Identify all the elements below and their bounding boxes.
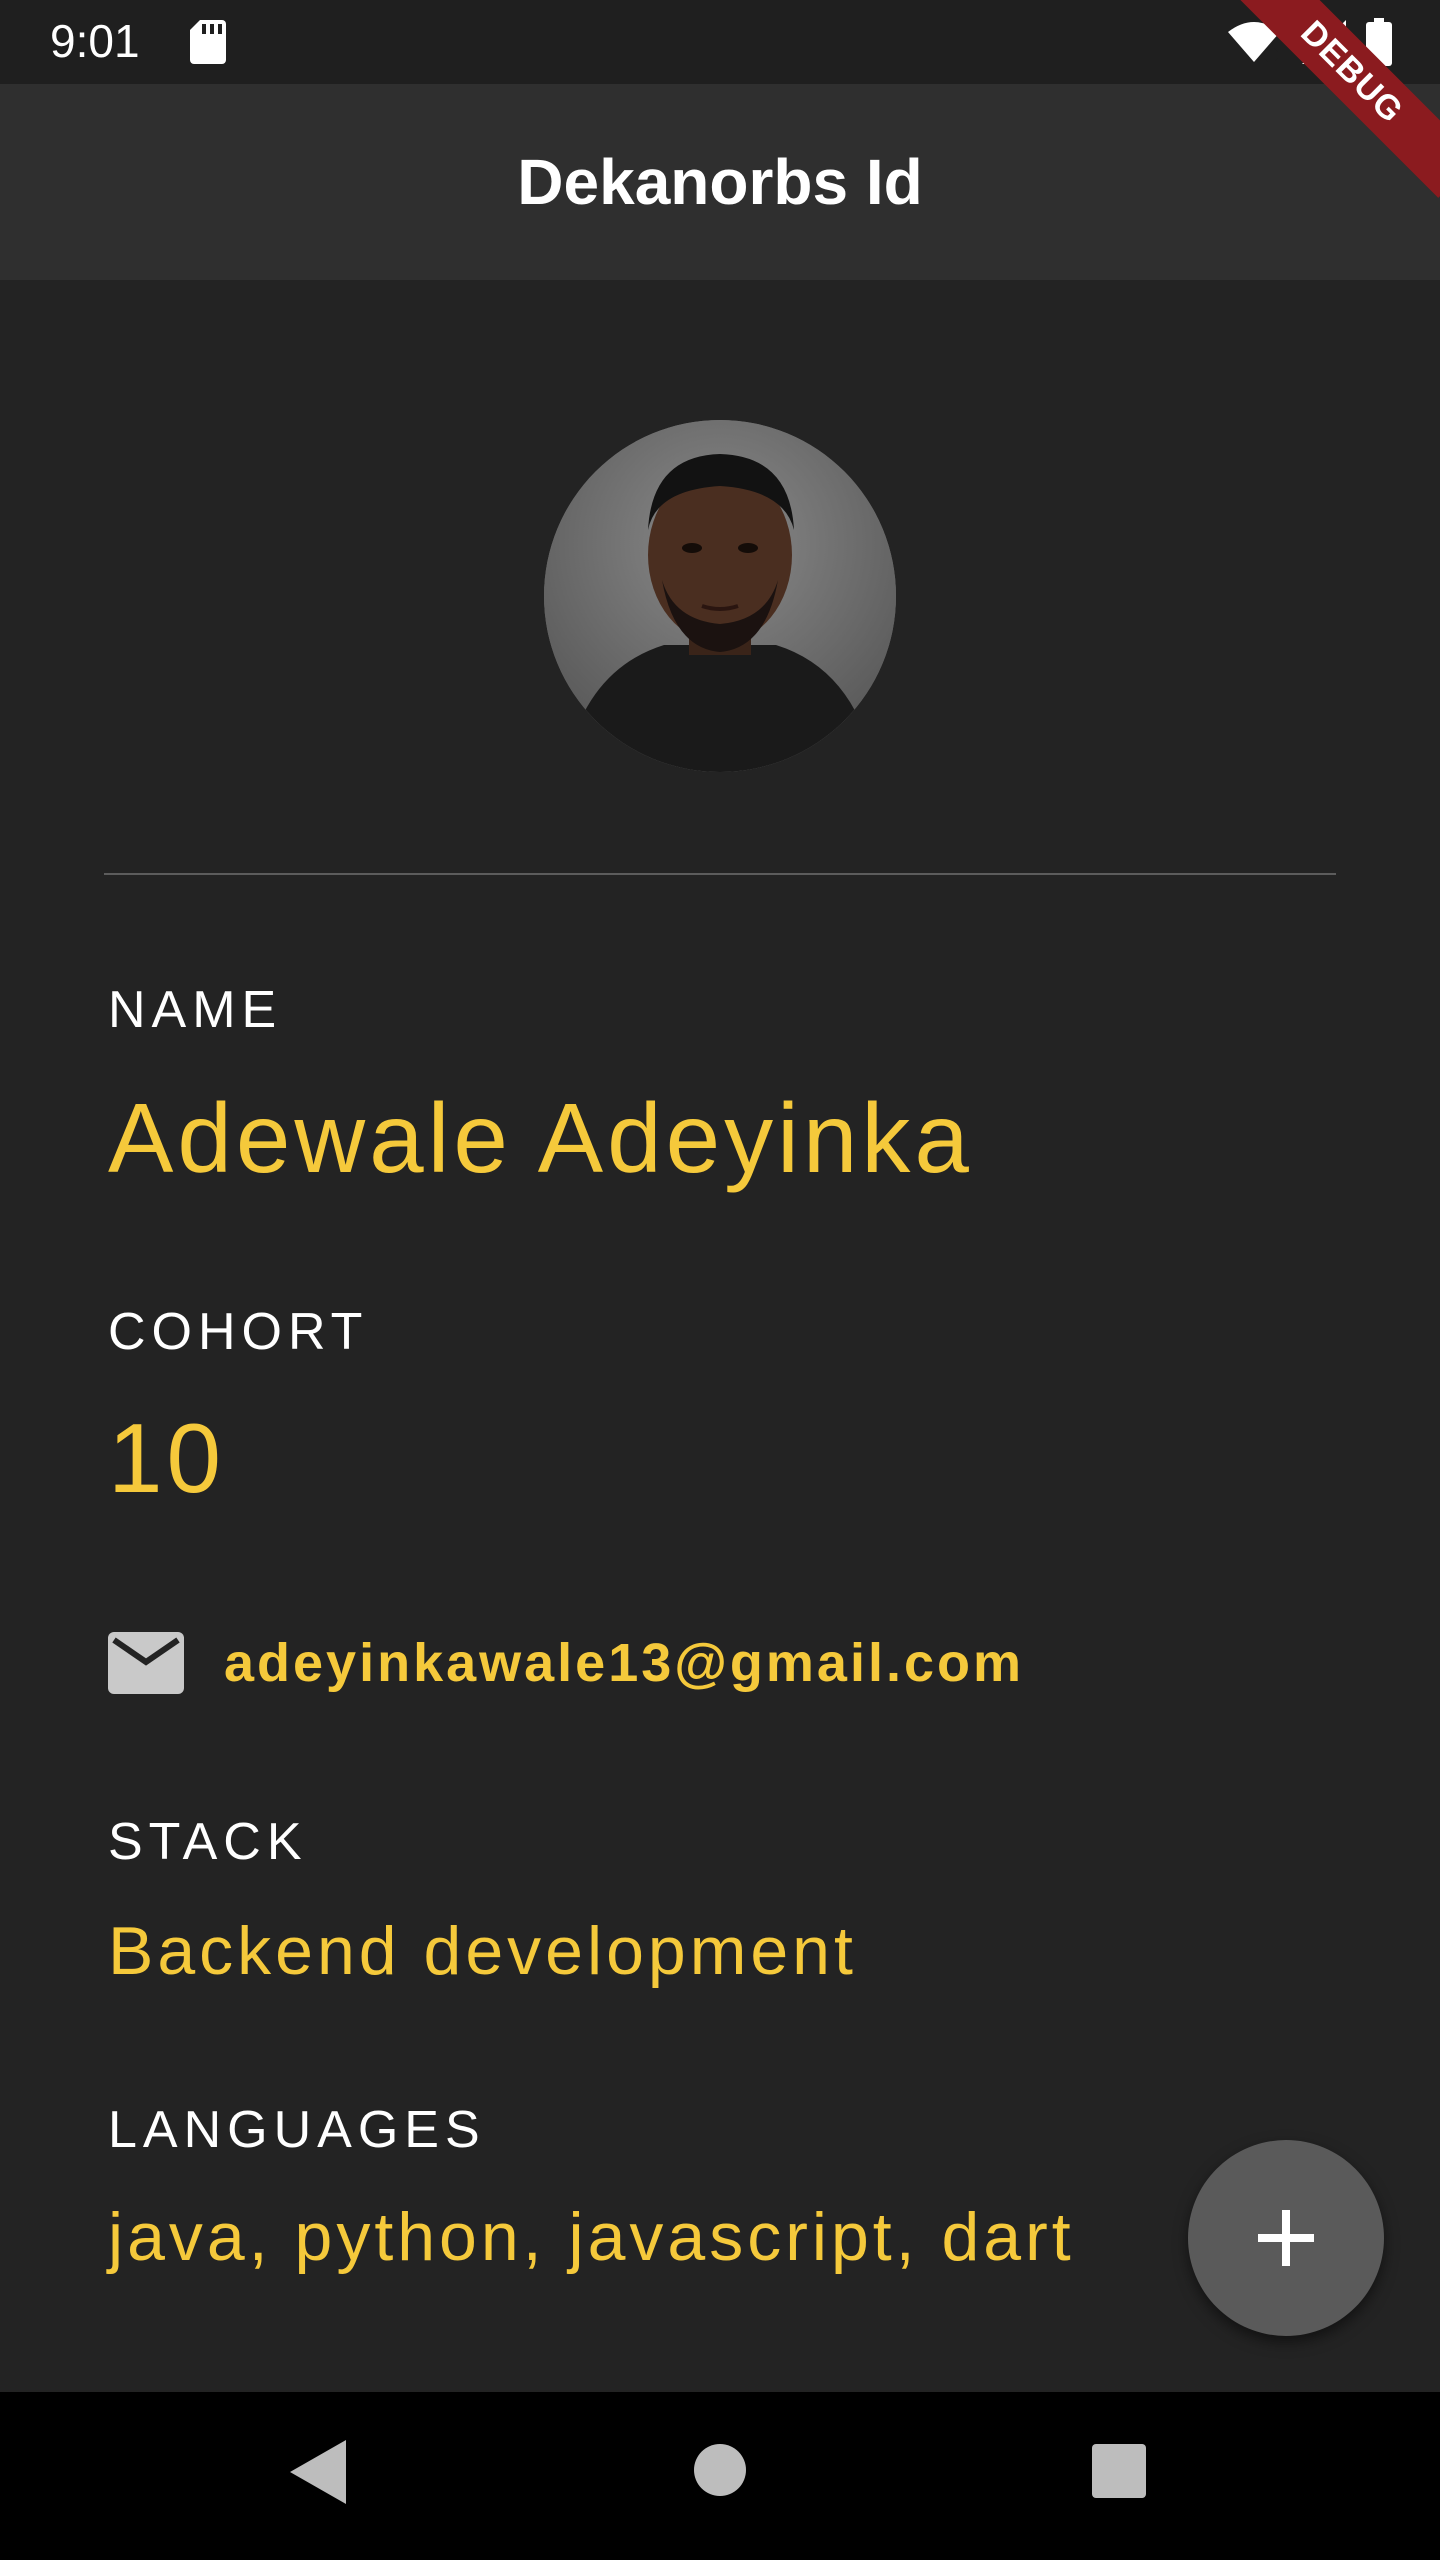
email-icon xyxy=(108,1632,184,1694)
email-value: adeyinkawale13@gmail.com xyxy=(224,1633,1024,1693)
languages-label: LANGUAGES xyxy=(108,2101,486,2159)
home-icon[interactable] xyxy=(694,2444,746,2496)
cohort-label: COHORT xyxy=(108,1303,369,1361)
status-time: 9:01 xyxy=(50,15,140,67)
stack-value: Backend development xyxy=(108,1913,857,1989)
divider xyxy=(104,873,1336,875)
cohort-value: 10 xyxy=(108,1403,226,1513)
name-value: Adewale Adeyinka xyxy=(108,1083,973,1193)
name-label: NAME xyxy=(108,981,283,1039)
languages-value: java, python, javascript, dart xyxy=(108,2199,1075,2275)
recents-icon[interactable] xyxy=(1092,2444,1146,2498)
status-bar: 9:01 xyxy=(0,0,1440,84)
page-title: Dekanorbs Id xyxy=(517,146,923,218)
back-icon[interactable] xyxy=(290,2440,346,2504)
plus-icon xyxy=(1258,2210,1314,2266)
app-bar: Dekanorbs Id xyxy=(0,84,1440,280)
sd-card-icon xyxy=(190,20,226,64)
add-button[interactable] xyxy=(1188,2140,1384,2336)
avatar xyxy=(544,420,896,772)
profile-photo xyxy=(544,420,896,772)
navigation-bar xyxy=(0,2392,1440,2560)
stack-label: STACK xyxy=(108,1813,308,1871)
